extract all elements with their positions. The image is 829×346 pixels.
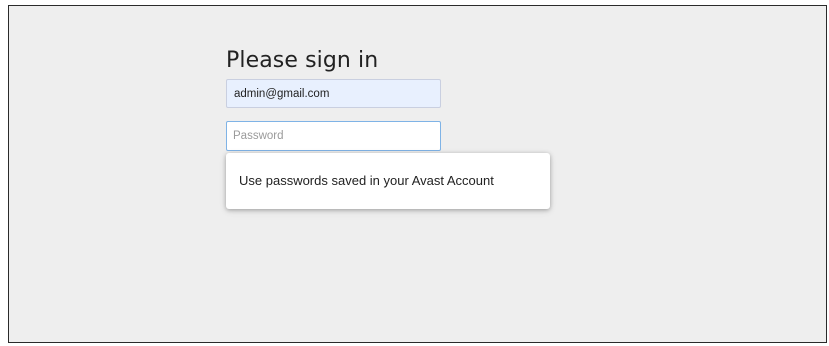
password-field[interactable] <box>226 121 441 151</box>
password-manager-suggestion[interactable]: Use passwords saved in your Avast Accoun… <box>226 153 550 209</box>
password-manager-suggestion-label: Use passwords saved in your Avast Accoun… <box>239 173 494 188</box>
email-field[interactable] <box>226 79 441 108</box>
page-title: Please sign in <box>226 48 379 73</box>
page-frame: Please sign in Use passwords saved in yo… <box>8 5 827 343</box>
